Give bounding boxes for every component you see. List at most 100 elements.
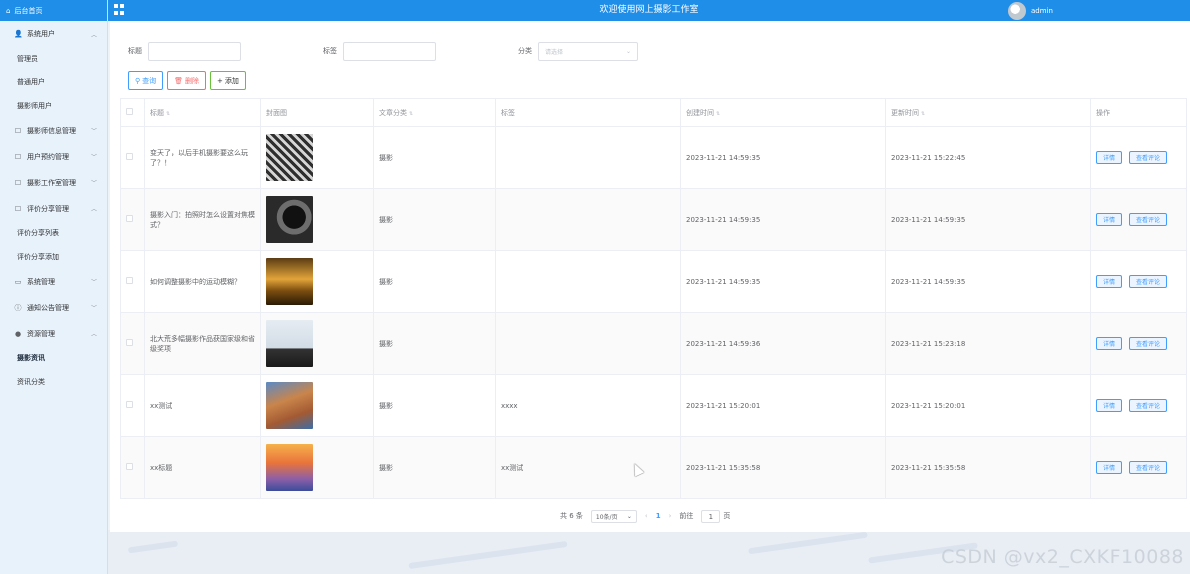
view-comments-button[interactable]: 查看评论 [1129,275,1168,288]
col-updated[interactable]: 更新时间 ⇅ [885,98,1091,127]
menu-photographer-info[interactable]: ☐ 摄影师信息管理 ﹀ [0,118,107,144]
sidebar-item-photo-news[interactable]: 摄影资讯 [0,347,107,371]
sidebar-item-review-list[interactable]: 评价分享列表 [0,222,107,246]
page-size-select[interactable]: 10条/页 ⌄ [590,509,637,523]
sidebar-item-users[interactable]: 普通用户 [0,71,107,95]
menu-system[interactable]: ▭ 系统管理 ﹀ [0,269,107,295]
cell-created: 2023-11-21 14:59:35 [680,250,886,313]
cell-title: xx标题 [144,436,261,499]
category-filter-select[interactable]: 请选择 ⌄ [538,41,638,61]
cell-category: 摄影 [373,250,496,313]
detail-button[interactable]: 详情 [1096,399,1123,412]
page-number-current[interactable]: 1 [656,512,661,520]
cell-category: 摄影 [373,188,496,251]
chevron-down-icon: ⌄ [625,47,631,55]
detail-button[interactable]: 详情 [1096,213,1123,226]
menu-label: 系统管理 [27,277,55,286]
menu-label: 用户预约管理 [27,152,69,161]
avatar [1008,1,1026,20]
action-buttons: ⚲ 查询 🗑 删除 + 添加 [128,71,246,90]
sidebar-item-review-add[interactable]: 评价分享添加 [0,245,107,269]
menu-label: 评价分享管理 [27,204,69,213]
chevron-up-icon: ︿ [90,331,97,338]
next-page-icon[interactable]: › [669,512,672,520]
detail-button[interactable]: 详情 [1096,275,1123,288]
cell-title: 摄影入门：拍照时怎么设置对焦模式？ [144,188,261,251]
menu-reservations[interactable]: ☐ 用户预约管理 ﹀ [0,144,107,170]
view-comments-button[interactable]: 查看评论 [1129,213,1168,226]
goto-page-input[interactable]: 1 [701,509,721,523]
chevron-down-icon: ﹀ [90,279,97,286]
sort-icon: ⇅ [166,110,171,117]
cell-created: 2023-11-21 14:59:35 [680,188,886,251]
cell-tags [495,188,681,251]
view-comments-button[interactable]: 查看评论 [1129,399,1168,412]
sidebar-item-photographers[interactable]: 摄影师用户 [0,94,107,118]
add-button[interactable]: + 添加 [210,71,246,90]
cell-category: 摄影 [373,374,496,437]
menu-resources[interactable]: ● 资源管理 ︿ [0,321,107,347]
cell-created: 2023-11-21 14:59:36 [680,312,886,375]
table-row: xx测试 摄影 xxxx 2023-11-21 15:20:01 2023-11… [120,374,1187,437]
total-count: 共 6 条 [560,512,583,520]
row-checkbox[interactable] [126,277,133,284]
view-comments-button[interactable]: 查看评论 [1129,151,1168,164]
monitor-icon: ▭ [14,277,22,286]
row-checkbox[interactable] [126,401,133,408]
detail-button[interactable]: 详情 [1096,151,1123,164]
row-checkbox[interactable] [126,153,133,160]
table-row: 北大荒多幅摄影作品获国家级和省级奖项 摄影 2023-11-21 14:59:3… [120,312,1187,375]
detail-button[interactable]: 详情 [1096,461,1123,474]
cell-category: 摄影 [373,436,496,499]
row-checkbox[interactable] [126,339,133,346]
menu-label: 资源管理 [27,329,55,338]
row-checkbox[interactable] [126,463,133,470]
tag-filter-label: 标签 [323,47,337,55]
col-cover: 封面图 [260,98,374,127]
brand-link[interactable]: ⌂ 后台首页 [0,0,107,21]
cell-updated: 2023-11-21 15:20:01 [885,374,1091,437]
chevron-up-icon: ︿ [90,206,97,213]
view-comments-button[interactable]: 查看评论 [1129,337,1168,350]
col-title[interactable]: 标题 ⇅ [144,98,261,127]
cell-updated: 2023-11-21 15:22:45 [885,126,1091,189]
cell-title: 如何调整摄影中的运动模糊？ [144,250,261,313]
main-panel: 标题 标签 分类 请选择 ⌄ ⚲ 查询 🗑 删除 + 添加 标题 ⇅ 封面图 文… [110,21,1190,532]
user-icon: 👤 [14,30,23,38]
tag-filter-input[interactable] [343,41,436,61]
view-comments-button[interactable]: 查看评论 [1129,461,1168,474]
chevron-down-icon: ﹀ [90,305,97,312]
cell-tags [495,126,681,189]
chevron-down-icon: ﹀ [90,128,97,135]
prev-page-icon[interactable]: ‹ [645,512,648,520]
username: admin [1031,6,1053,15]
chevron-down-icon: ﹀ [90,154,97,161]
select-all-checkbox[interactable] [126,108,133,115]
query-button[interactable]: ⚲ 查询 [128,71,164,90]
sort-icon: ⇅ [409,110,414,117]
row-checkbox[interactable] [126,215,133,222]
goto-suffix: 页 [723,512,731,520]
table-row: xx标题 摄影 xx测试 2023-11-21 15:35:58 2023-11… [120,436,1187,499]
col-created[interactable]: 创建时间 ⇅ [680,98,886,127]
cover-image [266,444,313,491]
search-icon: ⚲ [135,76,141,85]
menu-studio[interactable]: ☐ 摄影工作室管理 ﹀ [0,170,107,196]
goto-prefix: 前往 [679,512,694,520]
pagination: 共 6 条 10条/页 ⌄ ‹ 1 › 前往 1 页 [560,509,730,523]
sidebar: ⌂ 后台首页 👤 系统用户 ︿ 管理员 普通用户 摄影师用户 ☐ 摄影师信息管理… [0,0,108,574]
sidebar-item-admins[interactable]: 管理员 [0,47,107,71]
detail-button[interactable]: 详情 [1096,337,1123,350]
sidebar-item-news-category[interactable]: 资讯分类 [0,370,107,394]
cell-created: 2023-11-21 14:59:35 [680,126,886,189]
col-category[interactable]: 文章分类 ⇅ [373,98,496,127]
cover-image [266,196,313,243]
menu-notices[interactable]: ⓘ 通知公告管理 ﹀ [0,295,107,321]
doc-icon: ☐ [14,126,22,135]
title-filter-input[interactable] [148,41,241,61]
menu-system-users[interactable]: 👤 系统用户 ︿ [0,21,107,47]
delete-button[interactable]: 🗑 删除 [167,71,207,90]
page-size-value: 10条/页 [595,513,618,521]
user-menu[interactable]: admin [1008,0,1053,21]
menu-reviews[interactable]: ☐ 评价分享管理 ︿ [0,196,107,222]
